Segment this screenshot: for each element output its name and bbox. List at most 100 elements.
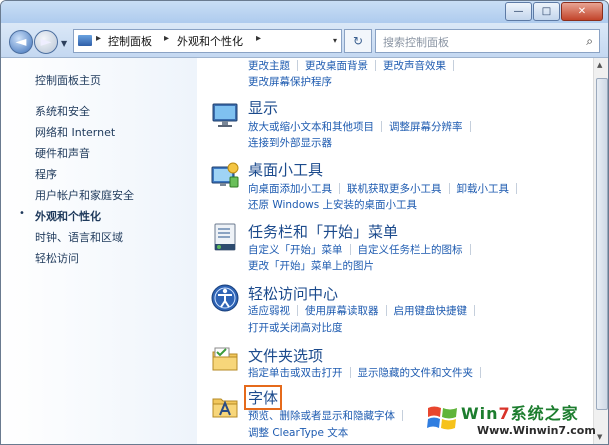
main-content: 更改主题 更改桌面背景 更改声音效果 更改屏幕保护程序 显示 放大或缩小文本和其… bbox=[197, 58, 608, 444]
link-low-vision[interactable]: 适应弱视 bbox=[248, 303, 290, 318]
link-show-hidden-files[interactable]: 显示隐藏的文件和文件夹 bbox=[358, 365, 474, 380]
sidebar-item-ease-of-access[interactable]: 轻松访问 bbox=[35, 250, 79, 266]
maximize-button[interactable]: □ bbox=[533, 2, 560, 21]
link-divider bbox=[339, 183, 340, 194]
link-row: 指定单击或双击打开 显示隐藏的文件和文件夹 bbox=[248, 365, 488, 380]
sidebar-item-home[interactable]: 控制面板主页 bbox=[35, 72, 101, 88]
sidebar-item-network[interactable]: 网络和 Internet bbox=[35, 124, 115, 140]
sidebar-item-clock-language[interactable]: 时钟、语言和区域 bbox=[35, 229, 123, 245]
link-row: 打开或关闭高对比度 bbox=[248, 320, 343, 335]
link-single-double-click[interactable]: 指定单击或双击打开 bbox=[248, 365, 343, 380]
fonts-icon bbox=[212, 398, 238, 418]
link-restore-gadgets[interactable]: 还原 Windows 上安装的桌面小工具 bbox=[248, 197, 417, 212]
recent-pages-dropdown-icon[interactable]: ▼ bbox=[61, 39, 67, 48]
search-box[interactable]: 搜索控制面板 ⌕ bbox=[375, 29, 600, 53]
display-icon bbox=[212, 103, 238, 127]
caption-buttons: — □ ✕ bbox=[504, 2, 603, 21]
control-panel-folder-icon bbox=[78, 35, 92, 46]
search-icon[interactable]: ⌕ bbox=[586, 34, 593, 49]
category-ease-of-access[interactable]: 轻松访问中心 bbox=[248, 283, 338, 304]
sidebar-item-programs[interactable]: 程序 bbox=[35, 166, 57, 182]
link-cleartype[interactable]: 调整 ClearType 文本 bbox=[248, 425, 348, 440]
link-divider bbox=[480, 367, 481, 378]
link-start-menu-picture[interactable]: 更改「开始」菜单上的图片 bbox=[248, 258, 374, 273]
scroll-up-icon[interactable]: ▲ bbox=[597, 61, 602, 69]
navigation-bar: ◄ ► ▼ ▸ 控制面板 ▸ 外观和个性化 ▸ ▾ ↻ 搜索控制面板 ⌕ bbox=[1, 23, 608, 58]
address-dropdown-icon[interactable]: ▾ bbox=[333, 36, 337, 45]
link-divider bbox=[448, 183, 450, 194]
sidebar-item-hardware-sound[interactable]: 硬件和声音 bbox=[35, 145, 90, 161]
back-button[interactable]: ◄ bbox=[9, 30, 33, 54]
link-screen-resolution[interactable]: 调整屏幕分辨率 bbox=[389, 119, 463, 134]
link-row: 预览、删除或者显示和隐藏字体 bbox=[248, 408, 410, 423]
refresh-button[interactable]: ↻ bbox=[344, 29, 372, 53]
link-change-screensaver[interactable]: 更改屏幕保护程序 bbox=[248, 74, 332, 89]
link-text-size[interactable]: 放大或缩小文本和其他项目 bbox=[248, 119, 374, 134]
link-customize-taskbar-icons[interactable]: 自定义任务栏上的图标 bbox=[358, 242, 463, 257]
link-high-contrast[interactable]: 打开或关闭高对比度 bbox=[248, 320, 343, 335]
sidebar-item-appearance[interactable]: 外观和个性化 bbox=[35, 208, 101, 224]
link-row: 自定义「开始」菜单 自定义任务栏上的图标 bbox=[248, 242, 478, 257]
close-button[interactable]: ✕ bbox=[561, 2, 603, 21]
category-gadgets[interactable]: 桌面小工具 bbox=[248, 159, 323, 180]
forward-arrow-icon: ► bbox=[40, 34, 52, 50]
breadcrumb-control-panel[interactable]: 控制面板 bbox=[108, 33, 152, 49]
breadcrumb-separator-icon[interactable]: ▸ bbox=[256, 33, 261, 44]
link-keyboard-shortcuts[interactable]: 启用键盘快捷键 bbox=[394, 303, 468, 318]
link-add-gadgets[interactable]: 向桌面添加小工具 bbox=[248, 181, 332, 196]
link-screen-reader[interactable]: 使用屏幕读取器 bbox=[305, 303, 379, 318]
breadcrumb-appearance[interactable]: 外观和个性化 bbox=[177, 33, 243, 49]
watermark: Win7系统之家 Www.Winwin7.com bbox=[415, 398, 608, 444]
link-external-display[interactable]: 连接到外部显示器 bbox=[248, 135, 332, 150]
link-divider bbox=[297, 60, 298, 71]
watermark-brand-seven: 7 bbox=[498, 404, 511, 423]
sidebar-item-user-accounts[interactable]: 用户帐户和家庭安全 bbox=[35, 187, 134, 203]
link-row: 调整 ClearType 文本 bbox=[248, 425, 348, 440]
watermark-brand: Win7系统之家 bbox=[461, 400, 579, 424]
link-row: 向桌面添加小工具 联机获取更多小工具 卸载小工具 bbox=[248, 181, 524, 196]
link-uninstall-gadget[interactable]: 卸载小工具 bbox=[457, 181, 510, 196]
back-arrow-icon: ◄ bbox=[15, 34, 27, 50]
watermark-brand-win: Win bbox=[461, 404, 499, 423]
category-display[interactable]: 显示 bbox=[248, 97, 278, 118]
breadcrumb-separator-icon[interactable]: ▸ bbox=[164, 33, 169, 44]
forward-button[interactable]: ► bbox=[34, 30, 58, 54]
link-divider bbox=[381, 121, 382, 132]
search-input[interactable]: 搜索控制面板 bbox=[383, 34, 449, 50]
watermark-url: Www.Winwin7.com bbox=[477, 424, 596, 437]
link-row: 更改主题 更改桌面背景 更改声音效果 bbox=[248, 58, 461, 73]
link-customize-start-menu[interactable]: 自定义「开始」菜单 bbox=[248, 242, 343, 257]
link-preview-fonts[interactable]: 预览、删除或者显示和隐藏字体 bbox=[248, 408, 395, 423]
breadcrumb-separator-icon[interactable]: ▸ bbox=[96, 33, 101, 44]
taskbar-icon bbox=[214, 223, 236, 251]
link-divider bbox=[453, 60, 454, 71]
category-folder-options[interactable]: 文件夹选项 bbox=[248, 345, 323, 366]
ease-of-access-icon bbox=[211, 284, 239, 312]
link-divider bbox=[375, 60, 376, 71]
sidebar-item-system-security[interactable]: 系统和安全 bbox=[35, 103, 90, 119]
folder-options-icon bbox=[212, 347, 238, 371]
link-divider bbox=[385, 305, 387, 316]
link-change-background[interactable]: 更改桌面背景 bbox=[305, 58, 368, 73]
link-change-sounds[interactable]: 更改声音效果 bbox=[383, 58, 446, 73]
minimize-button[interactable]: — bbox=[505, 2, 532, 21]
refresh-icon: ↻ bbox=[352, 34, 364, 48]
link-row: 还原 Windows 上安装的桌面小工具 bbox=[248, 197, 417, 212]
link-row: 放大或缩小文本和其他项目 调整屏幕分辨率 bbox=[248, 119, 478, 134]
title-bar: — □ ✕ bbox=[1, 1, 608, 23]
link-row: 适应弱视 使用屏幕读取器 启用键盘快捷键 bbox=[248, 303, 482, 318]
category-fonts[interactable]: 字体 bbox=[244, 385, 283, 410]
link-divider bbox=[474, 305, 475, 316]
link-get-more-gadgets[interactable]: 联机获取更多小工具 bbox=[347, 181, 442, 196]
scrollbar-thumb[interactable] bbox=[596, 78, 608, 410]
link-row: 更改屏幕保护程序 bbox=[248, 74, 332, 89]
link-row: 更改「开始」菜单上的图片 bbox=[248, 258, 374, 273]
address-bar[interactable]: ▸ 控制面板 ▸ 外观和个性化 ▸ ▾ bbox=[73, 29, 342, 53]
category-taskbar-start[interactable]: 任务栏和「开始」菜单 bbox=[248, 221, 398, 242]
link-change-theme[interactable]: 更改主题 bbox=[248, 58, 290, 73]
sidebar: 控制面板主页 系统和安全 网络和 Internet 硬件和声音 程序 用户帐户和… bbox=[1, 58, 197, 444]
vertical-scrollbar[interactable]: ▲ ▼ bbox=[593, 58, 608, 444]
link-row: 连接到外部显示器 bbox=[248, 135, 332, 150]
link-divider bbox=[297, 305, 298, 316]
control-panel-window: — □ ✕ ◄ ► ▼ ▸ 控制面板 ▸ 外观和个性化 ▸ ▾ ↻ 搜索控制面板… bbox=[0, 0, 609, 445]
